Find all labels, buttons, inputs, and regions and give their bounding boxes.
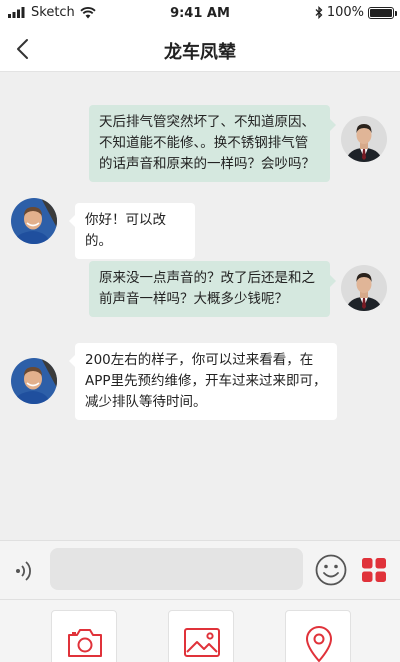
more-options-button[interactable] [360,556,388,584]
tools-panel [0,600,400,662]
voice-toggle-button[interactable] [12,557,40,585]
gallery-button[interactable] [168,610,234,662]
camera-icon [68,629,102,657]
camera-button[interactable] [51,610,117,662]
smiley-icon [315,554,347,586]
grid-icon [362,558,386,582]
page-title: 龙车凤辇 [164,42,236,63]
message-bubble-incoming[interactable]: 200左右的样子，你可以过来看看，在APP里先预约维修，开车过来过来即可，减少排… [69,343,337,420]
avatar-self[interactable] [341,116,387,162]
battery-percent: 100% [326,5,364,20]
location-button[interactable] [285,610,351,662]
location-pin-icon [306,626,332,662]
avatar-merchant[interactable] [11,358,57,404]
nav-bar: 龙车凤辇 [0,26,400,72]
chat-area[interactable]: 天后排气管突然坏了、不知道原因、不知道能不能修、。换不锈钢排气管的话声音和原来的… [0,72,400,540]
avatar-merchant[interactable] [11,198,57,244]
battery-fill [370,8,392,17]
voice-icon [16,561,31,581]
bluetooth-icon [315,6,323,19]
emoji-button[interactable] [314,553,348,587]
message-bubble-outgoing[interactable]: 天后排气管突然坏了、不知道原因、不知道能不能修、。换不锈钢排气管的话声音和原来的… [89,105,336,182]
input-bar [0,540,400,600]
status-right: 100% [315,5,397,20]
battery-icon [368,6,397,19]
message-bubble-incoming[interactable]: 你好！可以改的。 [69,203,195,259]
image-icon [184,628,220,657]
status-bar: Sketch 9:41 AM 100% [0,0,400,26]
message-input[interactable] [50,548,303,590]
avatar-self[interactable] [341,265,387,311]
message-bubble-outgoing[interactable]: 原来没一点声音的？改了后还是和之前声音一样吗？大概多少钱呢？ [89,261,336,317]
